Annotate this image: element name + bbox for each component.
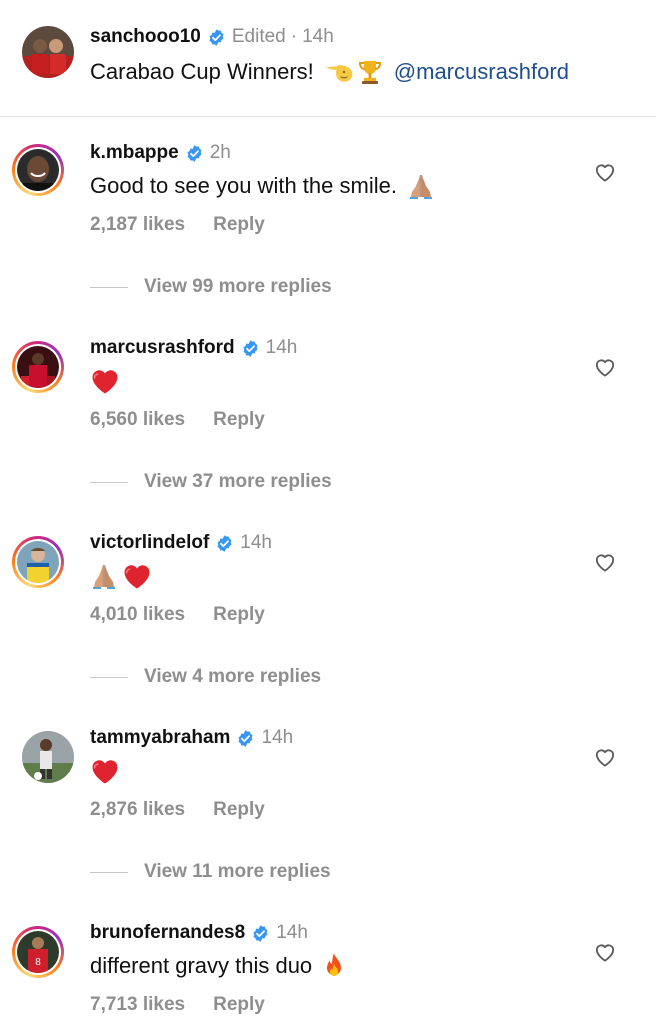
like-heart-icon[interactable]: [594, 942, 616, 962]
reply-button[interactable]: Reply: [213, 799, 265, 821]
comment-time: 2h: [209, 142, 231, 163]
comment-username[interactable]: victorlindelof: [90, 532, 209, 554]
red-heart-icon: [90, 367, 120, 395]
trophy-icon: [356, 58, 384, 86]
like-heart-icon[interactable]: [594, 162, 616, 182]
likes-count[interactable]: 7,713 likes: [90, 994, 185, 1016]
view-replies-button[interactable]: View 4 more replies: [90, 666, 321, 688]
view-replies-label: View 37 more replies: [144, 471, 332, 492]
comment-avatar[interactable]: 8: [12, 926, 64, 978]
avatar-photo: 8: [17, 931, 59, 973]
comment-avatar[interactable]: [12, 341, 64, 393]
likes-count[interactable]: 2,187 likes: [90, 214, 185, 236]
avatar-photo: [17, 149, 59, 191]
like-heart-icon[interactable]: [594, 552, 616, 572]
red-heart-icon: [122, 562, 152, 590]
view-replies-label: View 11 more replies: [144, 861, 331, 882]
comment-username[interactable]: marcusrashford: [90, 337, 235, 359]
replies-divider: [90, 286, 128, 288]
avatar-photo: [22, 26, 74, 78]
comment-username[interactable]: tammyabraham: [90, 727, 230, 749]
post-time: 14h: [302, 26, 334, 47]
verified-badge-icon: [251, 924, 270, 943]
comment-avatar[interactable]: [12, 144, 64, 196]
comment-username[interactable]: k.mbappe: [90, 142, 179, 164]
comment-time: 14h: [261, 727, 294, 748]
comment-avatar[interactable]: [22, 731, 74, 783]
avatar-photo: [17, 541, 59, 583]
reply-button[interactable]: Reply: [213, 214, 265, 236]
svg-text:8: 8: [35, 957, 41, 968]
folded-hands-icon: [407, 172, 435, 200]
replies-divider: [90, 871, 128, 873]
view-replies-button[interactable]: View 37 more replies: [90, 471, 332, 493]
like-heart-icon[interactable]: [594, 357, 616, 377]
edited-label: Edited: [231, 26, 286, 47]
reply-button[interactable]: Reply: [213, 409, 265, 431]
reply-button[interactable]: Reply: [213, 994, 265, 1016]
avatar-photo: [17, 346, 59, 388]
reply-button[interactable]: Reply: [213, 604, 265, 626]
view-replies-button[interactable]: View 99 more replies: [90, 276, 332, 298]
verified-badge-icon: [236, 729, 255, 748]
view-replies-button[interactable]: View 11 more replies: [90, 861, 331, 883]
comment-time: 14h: [265, 337, 298, 358]
likes-count[interactable]: 6,560 likes: [90, 409, 185, 431]
backhand-pointing-icon: [324, 58, 356, 86]
red-heart-icon: [90, 757, 120, 785]
comment-text: different gravy this duo: [90, 953, 313, 978]
mention-link[interactable]: @marcusrashford: [394, 59, 569, 85]
comment-text: Good to see you with the smile.: [90, 173, 397, 198]
replies-divider: [90, 676, 128, 678]
view-replies-label: View 99 more replies: [144, 276, 332, 297]
verified-badge-icon: [207, 28, 226, 47]
verified-badge-icon: [215, 534, 234, 553]
comment-username[interactable]: brunofernandes8: [90, 922, 245, 944]
avatar-photo: [22, 731, 74, 783]
verified-badge-icon: [185, 144, 204, 163]
replies-divider: [90, 481, 128, 483]
like-heart-icon[interactable]: [594, 747, 616, 767]
separator-dot: ·: [290, 26, 298, 47]
post-author-username[interactable]: sanchooo10: [90, 26, 201, 48]
post-author-avatar[interactable]: [22, 26, 74, 78]
comment-time: 14h: [276, 922, 308, 943]
view-replies-label: View 4 more replies: [144, 666, 322, 687]
likes-count[interactable]: 4,010 likes: [90, 604, 185, 626]
fire-icon: [322, 952, 346, 980]
post-caption: sanchooo10 Edited · 14h Carabao Cup Winn…: [0, 0, 656, 117]
comment-time: 14h: [240, 532, 272, 553]
verified-badge-icon: [241, 339, 260, 358]
likes-count[interactable]: 2,876 likes: [90, 799, 185, 821]
caption-text: Carabao Cup Winners!: [90, 59, 314, 84]
folded-hands-icon: [90, 562, 118, 590]
comment-avatar[interactable]: [12, 536, 64, 588]
